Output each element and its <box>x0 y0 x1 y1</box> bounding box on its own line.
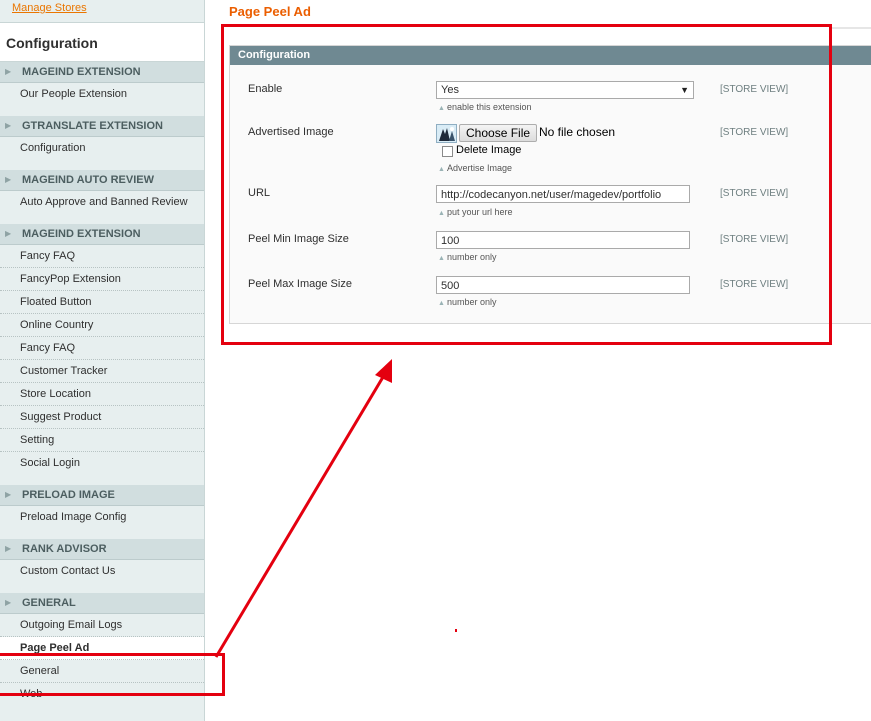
annotation-arrow <box>214 359 457 658</box>
